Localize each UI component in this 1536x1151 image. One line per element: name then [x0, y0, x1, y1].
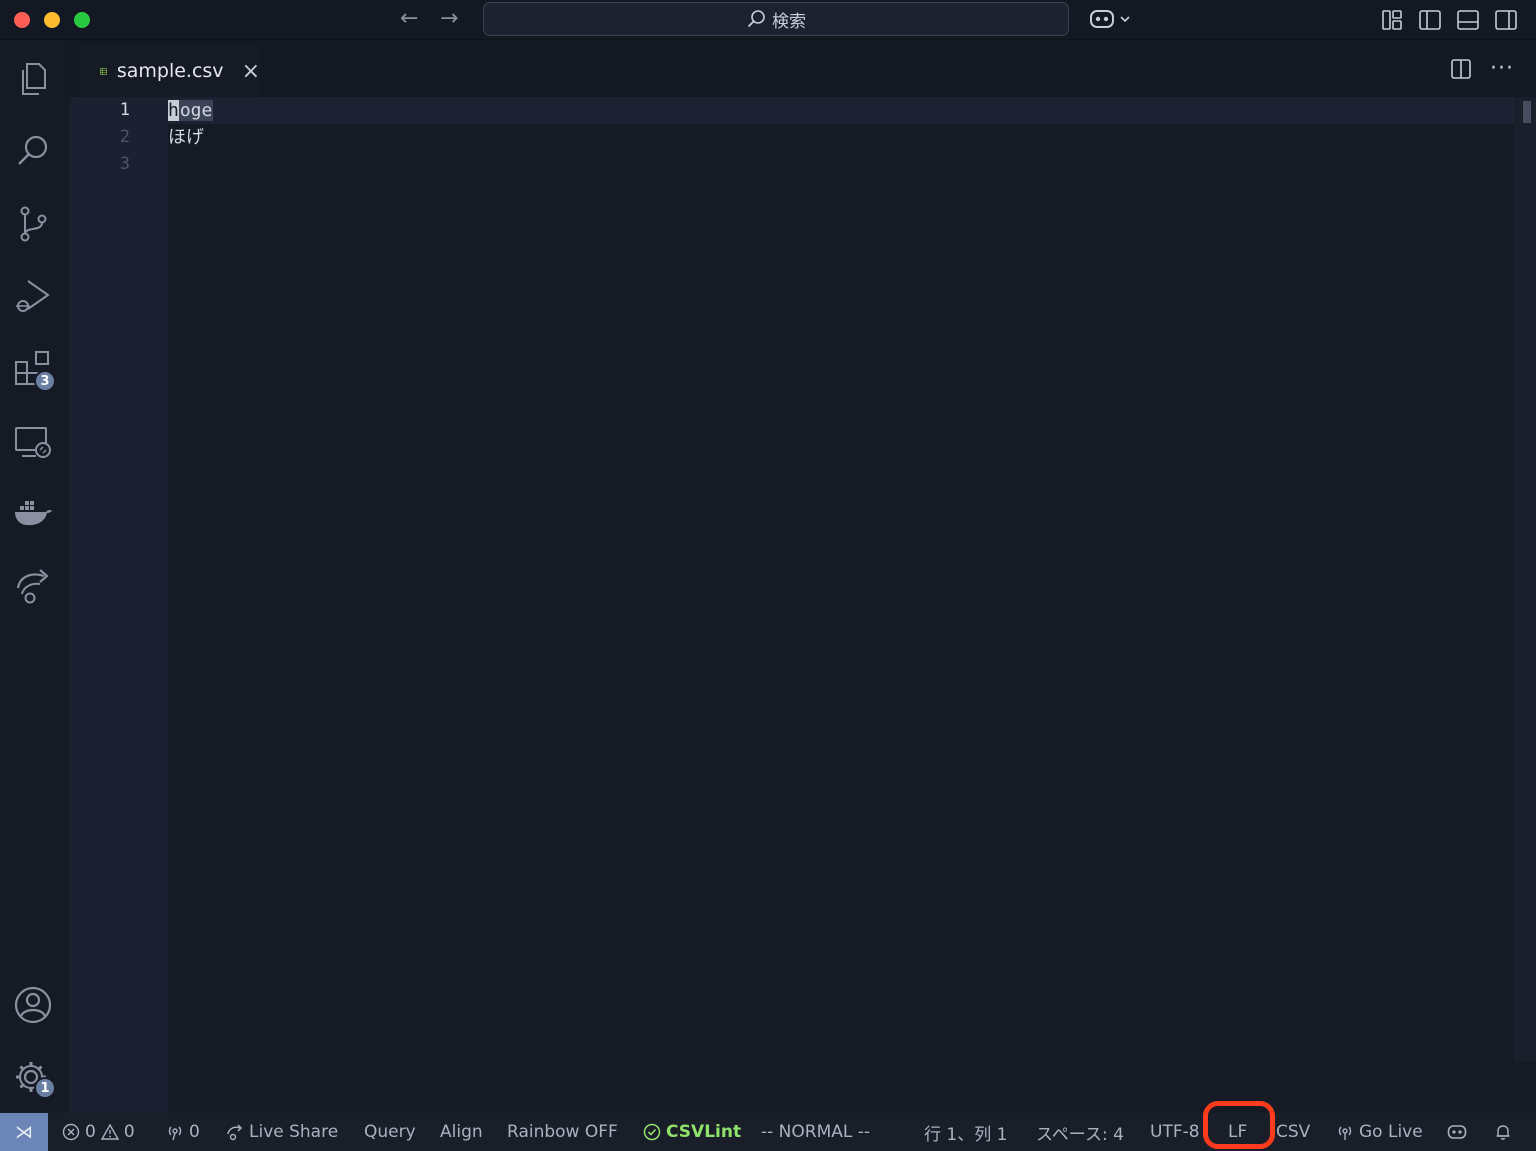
- line-number: 3: [119, 154, 130, 174]
- live-share-label: Live Share: [249, 1122, 339, 1142]
- broadcast-icon: [1338, 1126, 1352, 1140]
- copilot-status[interactable]: [1447, 1113, 1467, 1151]
- broadcast-icon: [168, 1126, 182, 1141]
- search-icon: [747, 10, 765, 28]
- csv-file-icon: [100, 67, 107, 75]
- git-branch-icon[interactable]: [12, 203, 54, 245]
- vertical-scrollbar[interactable]: [1514, 97, 1536, 1061]
- toggle-panel-icon[interactable]: [1456, 8, 1480, 32]
- zoom-window-button[interactable]: [74, 12, 90, 28]
- bell-icon: [1496, 1125, 1510, 1140]
- check-circle-icon: [643, 1123, 661, 1141]
- tab-sample-csv[interactable]: sample.csv ×: [80, 45, 260, 97]
- customize-layout-icon[interactable]: [1380, 8, 1404, 32]
- live-share-icon[interactable]: [12, 564, 54, 606]
- query-button[interactable]: Query: [364, 1113, 416, 1151]
- minimize-window-button[interactable]: [44, 12, 60, 28]
- extensions-badge: 3: [34, 370, 56, 392]
- more-actions-icon[interactable]: ···: [1490, 58, 1514, 80]
- line-number: 1: [119, 100, 130, 120]
- code-editor[interactable]: hoge ほげ: [168, 97, 1514, 1113]
- cursor-position[interactable]: 行 1、列 1: [924, 1113, 1007, 1151]
- live-share-icon: [227, 1124, 243, 1141]
- code-line-1[interactable]: hoge: [168, 97, 214, 124]
- notifications-button[interactable]: [1494, 1113, 1512, 1151]
- split-editor-icon[interactable]: [1450, 58, 1472, 80]
- close-icon[interactable]: ×: [242, 59, 260, 84]
- encoding[interactable]: UTF-8: [1150, 1113, 1200, 1151]
- rainbow-toggle[interactable]: Rainbow OFF: [507, 1113, 618, 1151]
- debug-icon[interactable]: [12, 275, 54, 317]
- arrow-left-icon[interactable]: ←: [400, 6, 418, 32]
- arrow-right-icon[interactable]: →: [440, 6, 458, 32]
- code-line-2[interactable]: ほげ: [168, 124, 204, 151]
- docker-icon[interactable]: [12, 492, 54, 534]
- current-line-highlight: [168, 97, 1514, 124]
- remote-explorer-icon[interactable]: [12, 420, 54, 462]
- vim-mode: -- NORMAL --: [761, 1122, 871, 1142]
- csvlint-status[interactable]: CSVLint: [643, 1113, 741, 1151]
- search-label: 検索: [772, 11, 806, 32]
- live-share-status[interactable]: Live Share: [226, 1113, 338, 1151]
- line-number: 2: [119, 127, 130, 147]
- ports-indicator[interactable]: 0: [166, 1113, 200, 1151]
- manage-badge: 1: [34, 1077, 56, 1099]
- warning-icon: [100, 1123, 119, 1140]
- line-number-gutter: 1 2 3: [70, 97, 168, 1113]
- title-bar: ← → 検索: [0, 0, 1536, 40]
- go-live-label: Go Live: [1359, 1122, 1423, 1142]
- editor-actions: ···: [1450, 58, 1514, 80]
- go-live-button[interactable]: Go Live: [1336, 1113, 1423, 1151]
- warning-count: 0: [123, 1122, 135, 1142]
- remote-indicator-icon[interactable]: ⋊: [0, 1113, 48, 1151]
- error-icon: [62, 1123, 80, 1141]
- activity-bar: 3 1: [0, 40, 70, 1113]
- search-icon[interactable]: [12, 130, 54, 172]
- editor-tab-bar: sample.csv × ···: [70, 40, 1536, 97]
- indentation[interactable]: スペース: 4: [1036, 1113, 1124, 1151]
- files-icon[interactable]: [12, 58, 54, 100]
- problems-indicator[interactable]: 0 0: [62, 1113, 135, 1151]
- scrollbar-thumb[interactable]: [1523, 101, 1531, 123]
- tab-label: sample.csv: [116, 60, 224, 82]
- vscode-window: ← → 検索 3 1 sample.csv × ··· 1 2 3 hoge ほ…: [0, 0, 1536, 1151]
- copilot-icon[interactable]: [1088, 7, 1136, 31]
- account-icon[interactable]: [12, 984, 54, 1026]
- align-button[interactable]: Align: [440, 1113, 483, 1151]
- ports-count: 0: [189, 1122, 200, 1142]
- layout-controls: [1380, 8, 1518, 32]
- error-count: 0: [85, 1122, 96, 1142]
- toggle-primary-sidebar-icon[interactable]: [1418, 8, 1442, 32]
- command-center-search[interactable]: 検索: [483, 2, 1069, 36]
- language-mode[interactable]: CSV: [1276, 1113, 1310, 1151]
- selected-text: oge: [178, 100, 214, 121]
- toggle-secondary-sidebar-icon[interactable]: [1494, 8, 1518, 32]
- copilot-icon: [1447, 1125, 1467, 1139]
- block-cursor: h: [168, 100, 179, 121]
- status-bar: ⋊ 0 0 0 Live Share Query Align Rainbow O…: [0, 1113, 1536, 1151]
- csvlint-label: CSVLint: [666, 1122, 742, 1142]
- close-window-button[interactable]: [14, 12, 30, 28]
- eol-highlight-annotation: [1203, 1101, 1275, 1149]
